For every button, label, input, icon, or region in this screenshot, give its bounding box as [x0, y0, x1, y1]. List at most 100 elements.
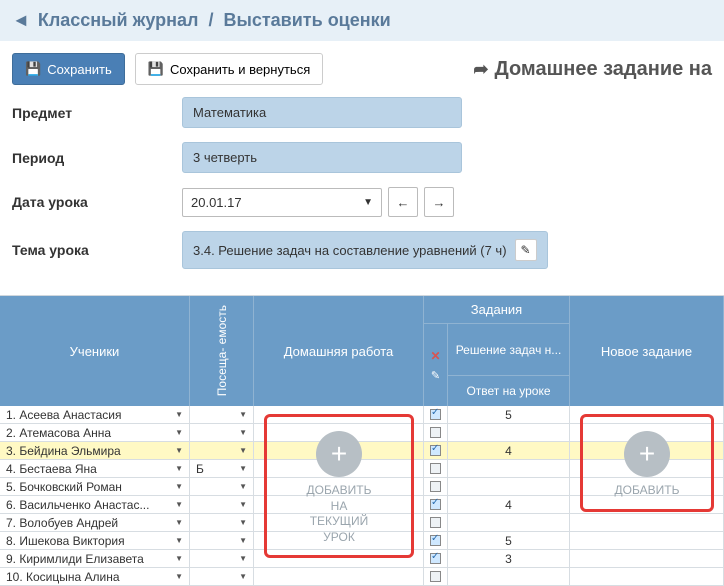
chevron-down-icon: ▼: [239, 410, 247, 419]
task-checkbox-cell[interactable]: [424, 442, 448, 459]
chevron-down-icon: ▼: [175, 500, 183, 509]
student-cell[interactable]: 6. Васильченко Анастас... ▼: [0, 496, 190, 513]
attendance-cell[interactable]: ▼: [190, 550, 254, 567]
grade-cell[interactable]: [448, 478, 570, 495]
student-name: 10. Косицына Алина: [6, 570, 120, 584]
task-checkbox-cell[interactable]: [424, 514, 448, 531]
attendance-cell[interactable]: Б▼: [190, 460, 254, 477]
student-cell[interactable]: 7. Волобуев Андрей ▼: [0, 514, 190, 531]
date-select[interactable]: 20.01.17 ▼: [182, 188, 382, 217]
task-checkbox-cell[interactable]: [424, 550, 448, 567]
attendance-cell[interactable]: ▼: [190, 424, 254, 441]
checkbox-icon[interactable]: [430, 409, 441, 420]
homework-link-label: Домашнее задание на: [494, 58, 712, 81]
student-name: 6. Васильченко Анастас...: [6, 498, 149, 512]
breadcrumb: ◄ Классный журнал / Выставить оценки: [0, 0, 724, 41]
add-homework-box[interactable]: +ДОБАВИТЬНАТЕКУЩИЙУРОК: [264, 414, 414, 558]
grade-cell[interactable]: [448, 424, 570, 441]
breadcrumb-part1[interactable]: Классный журнал: [38, 10, 199, 31]
task-checkbox-cell[interactable]: [424, 460, 448, 477]
attendance-cell[interactable]: ▼: [190, 568, 254, 585]
topic-label: Тема урока: [12, 242, 182, 258]
pencil-icon[interactable]: ✎: [431, 369, 440, 382]
chevron-down-icon: ▼: [175, 410, 183, 419]
student-name: 5. Бочковский Роман: [6, 480, 122, 494]
task-name[interactable]: Решение задач н...: [448, 324, 569, 376]
add-homework-label: ДОБАВИТЬНАТЕКУЩИЙУРОК: [307, 483, 372, 545]
attendance-cell[interactable]: ▼: [190, 514, 254, 531]
edit-topic-button[interactable]: ✎: [515, 239, 537, 261]
task-checkbox-cell[interactable]: [424, 424, 448, 441]
student-cell[interactable]: 9. Киримлиди Елизавета▼: [0, 550, 190, 567]
checkbox-icon[interactable]: [430, 499, 441, 510]
student-cell[interactable]: 1. Асеева Анастасия▼: [0, 406, 190, 423]
task-checkbox-cell[interactable]: [424, 478, 448, 495]
homework-header: Домашняя работа: [254, 296, 424, 406]
date-prev-button[interactable]: ←: [388, 187, 418, 217]
save-icon: 💾: [25, 61, 41, 77]
student-cell[interactable]: 4. Бестаева Яна▼: [0, 460, 190, 477]
period-value[interactable]: 3 четверть: [182, 142, 462, 173]
task-checkbox-cell[interactable]: [424, 568, 448, 585]
add-new-label: ДОБАВИТЬ: [615, 483, 680, 499]
checkbox-icon[interactable]: [430, 571, 441, 582]
grades-grid: Ученики Посеща- емость Домашняя работа З…: [0, 295, 724, 586]
attendance-cell[interactable]: ▼: [190, 442, 254, 459]
attendance-cell[interactable]: ▼: [190, 478, 254, 495]
task-checkbox-cell[interactable]: [424, 496, 448, 513]
chevron-down-icon: ▼: [175, 536, 183, 545]
checkbox-icon[interactable]: [430, 517, 441, 528]
breadcrumb-sep: /: [208, 10, 213, 31]
chevron-down-icon: ▼: [239, 536, 247, 545]
checkbox-icon[interactable]: [430, 427, 441, 438]
save-label: Сохранить: [47, 62, 112, 77]
student-cell[interactable]: 8. Ишекова Виктория▼: [0, 532, 190, 549]
task-actions: ✕ ✎: [424, 324, 448, 406]
attendance-cell[interactable]: ▼: [190, 532, 254, 549]
grade-cell[interactable]: 3: [448, 550, 570, 567]
student-cell[interactable]: 2. Атемасова Анна▼: [0, 424, 190, 441]
toolbar: 💾 Сохранить 💾 Сохранить и вернуться ➦ До…: [0, 41, 724, 97]
chevron-down-icon: ▼: [175, 518, 183, 527]
checkbox-icon[interactable]: [430, 463, 441, 474]
grade-cell[interactable]: [448, 514, 570, 531]
student-cell[interactable]: 10. Косицына Алина▼: [0, 568, 190, 585]
close-icon[interactable]: ✕: [430, 349, 440, 363]
checkbox-icon[interactable]: [430, 445, 441, 456]
grade-cell[interactable]: 4: [448, 442, 570, 459]
homework-link[interactable]: ➦ Домашнее задание на: [473, 58, 712, 81]
checkbox-icon[interactable]: [430, 481, 441, 492]
subject-value[interactable]: Математика: [182, 97, 462, 128]
grade-cell[interactable]: 5: [448, 532, 570, 549]
chevron-down-icon: ▼: [175, 554, 183, 563]
checkbox-icon[interactable]: [430, 535, 441, 546]
date-next-button[interactable]: →: [424, 187, 454, 217]
grade-cell[interactable]: [448, 460, 570, 477]
task-checkbox-cell[interactable]: [424, 406, 448, 423]
students-header: Ученики: [0, 296, 190, 406]
period-label: Период: [12, 150, 182, 166]
student-name: 7. Волобуев Андрей: [6, 516, 118, 530]
add-new-task-box[interactable]: + ДОБАВИТЬ: [580, 414, 714, 512]
checkbox-icon[interactable]: [430, 553, 441, 564]
answer-header: Ответ на уроке: [448, 376, 569, 406]
student-cell[interactable]: 5. Бочковский Роман▼: [0, 478, 190, 495]
chevron-down-icon: ▼: [239, 482, 247, 491]
task-checkbox-cell[interactable]: [424, 532, 448, 549]
save-button[interactable]: 💾 Сохранить: [12, 53, 125, 85]
chevron-down-icon: ▼: [239, 572, 247, 581]
plus-icon: +: [624, 431, 670, 477]
grade-cell[interactable]: 5: [448, 406, 570, 423]
student-cell[interactable]: 3. Бейдина Эльмира▼: [0, 442, 190, 459]
breadcrumb-part2: Выставить оценки: [223, 10, 390, 31]
student-name: 4. Бестаева Яна: [6, 462, 97, 476]
back-icon[interactable]: ◄: [12, 10, 30, 31]
arrow-right-icon: ➦: [473, 59, 488, 80]
grade-cell[interactable]: 4: [448, 496, 570, 513]
attendance-cell[interactable]: ▼: [190, 406, 254, 423]
grade-cell[interactable]: [448, 568, 570, 585]
save-return-button[interactable]: 💾 Сохранить и вернуться: [135, 53, 323, 85]
attendance-value: Б: [196, 462, 204, 476]
chevron-down-icon: ▼: [175, 428, 183, 437]
attendance-cell[interactable]: ▼: [190, 496, 254, 513]
